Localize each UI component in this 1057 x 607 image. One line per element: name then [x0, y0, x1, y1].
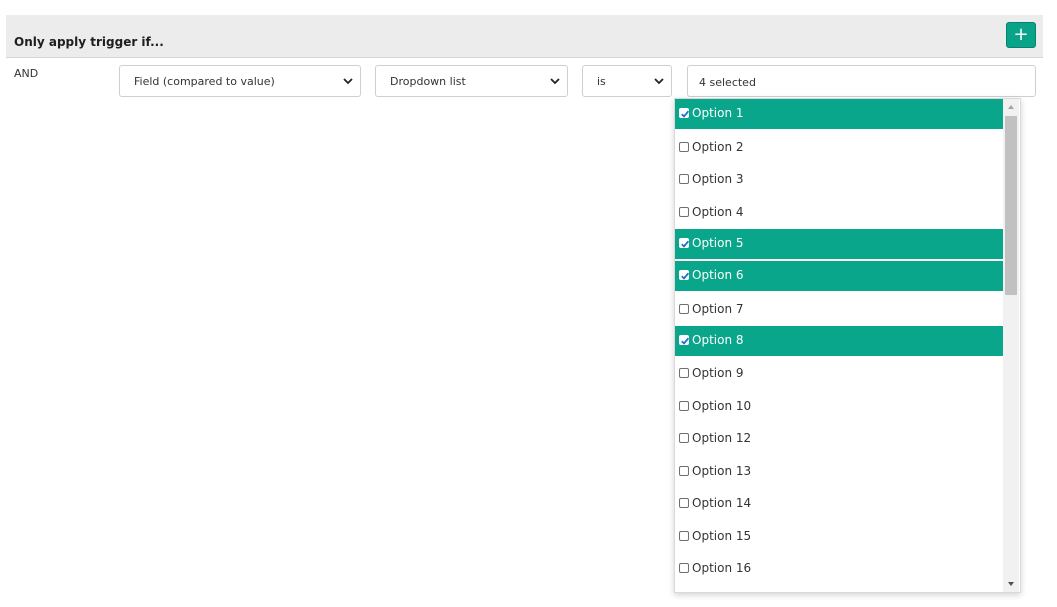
dropdown-option[interactable]: Option 1	[675, 99, 1003, 129]
logic-operator-label: AND	[14, 67, 39, 80]
field-value: Dropdown list	[390, 75, 466, 88]
section-title: Only apply trigger if...	[14, 35, 164, 49]
option-label: Option 16	[692, 561, 752, 575]
checkbox-icon[interactable]	[679, 174, 689, 184]
checkbox-checked-icon[interactable]	[679, 238, 690, 248]
checkbox-checked-icon[interactable]	[679, 108, 690, 118]
field-type-value: Field (compared to value)	[134, 75, 275, 88]
trigger-condition-header: Only apply trigger if... +	[6, 15, 1043, 58]
checkbox-icon[interactable]	[679, 498, 689, 508]
dropdown-option[interactable]: Option 2	[675, 133, 1003, 163]
value-multiselect[interactable]: 4 selected	[687, 65, 1036, 97]
scrollbar-thumb[interactable]	[1005, 116, 1017, 295]
dropdown-option[interactable]: Option 5	[675, 229, 1003, 259]
chevron-down-icon	[550, 78, 560, 85]
operator-select[interactable]: is	[582, 65, 672, 97]
field-select[interactable]: Dropdown list	[375, 65, 568, 97]
checkbox-icon[interactable]	[679, 304, 689, 314]
options-dropdown-list: Option 1 Option 2 Option 3 Option 4 Option 5…	[674, 98, 1021, 593]
option-label: Option 13	[692, 464, 752, 478]
option-label: Option 4	[692, 205, 744, 219]
scroll-up-arrow-icon[interactable]	[1003, 99, 1019, 115]
checkbox-icon[interactable]	[679, 207, 689, 217]
checkbox-icon[interactable]	[679, 466, 689, 476]
checkbox-icon[interactable]	[679, 531, 689, 541]
chevron-down-icon	[654, 78, 664, 85]
dropdown-option[interactable]: Option 3	[675, 165, 1003, 195]
operator-value: is	[597, 75, 606, 88]
value-multiselect-summary: 4 selected	[699, 76, 756, 89]
chevron-down-icon	[343, 78, 353, 85]
checkbox-icon[interactable]	[679, 401, 689, 411]
dropdown-option[interactable]: Option 6	[675, 261, 1003, 291]
dropdown-option[interactable]: Option 16	[675, 554, 1003, 584]
dropdown-option[interactable]: Option 14	[675, 489, 1003, 519]
checkbox-icon[interactable]	[679, 433, 689, 443]
dropdown-option[interactable]: Option 15	[675, 522, 1003, 552]
dropdown-option[interactable]: Option 10	[675, 392, 1003, 422]
option-label: Option 12	[692, 431, 752, 445]
option-label: Option 8	[692, 333, 744, 347]
option-label: Option 2	[692, 140, 744, 154]
checkbox-icon[interactable]	[679, 368, 689, 378]
dropdown-option[interactable]: Option 8	[675, 326, 1003, 356]
option-label: Option 10	[692, 399, 752, 413]
option-label: Option 6	[692, 268, 744, 282]
dropdown-option[interactable]: Option 12	[675, 424, 1003, 454]
option-label: Option 1	[692, 106, 744, 120]
scroll-down-arrow-icon[interactable]	[1003, 576, 1019, 592]
checkbox-checked-icon[interactable]	[679, 270, 690, 280]
option-label: Option 9	[692, 366, 744, 380]
dropdown-scrollbar[interactable]	[1003, 99, 1019, 592]
dropdown-option[interactable]: Option 7	[675, 295, 1003, 325]
dropdown-option[interactable]: Option 13	[675, 457, 1003, 487]
add-condition-button[interactable]: +	[1006, 22, 1036, 48]
option-label: Option 5	[692, 236, 744, 250]
option-label: Option 7	[692, 302, 744, 316]
checkbox-icon[interactable]	[679, 563, 689, 573]
checkbox-icon[interactable]	[679, 142, 689, 152]
dropdown-option[interactable]: Option 4	[675, 198, 1003, 228]
dropdown-option[interactable]: Option 9	[675, 359, 1003, 389]
field-type-select[interactable]: Field (compared to value)	[119, 65, 361, 97]
checkbox-checked-icon[interactable]	[679, 335, 690, 345]
option-label: Option 14	[692, 496, 752, 510]
option-label: Option 3	[692, 172, 744, 186]
option-label: Option 15	[692, 529, 752, 543]
